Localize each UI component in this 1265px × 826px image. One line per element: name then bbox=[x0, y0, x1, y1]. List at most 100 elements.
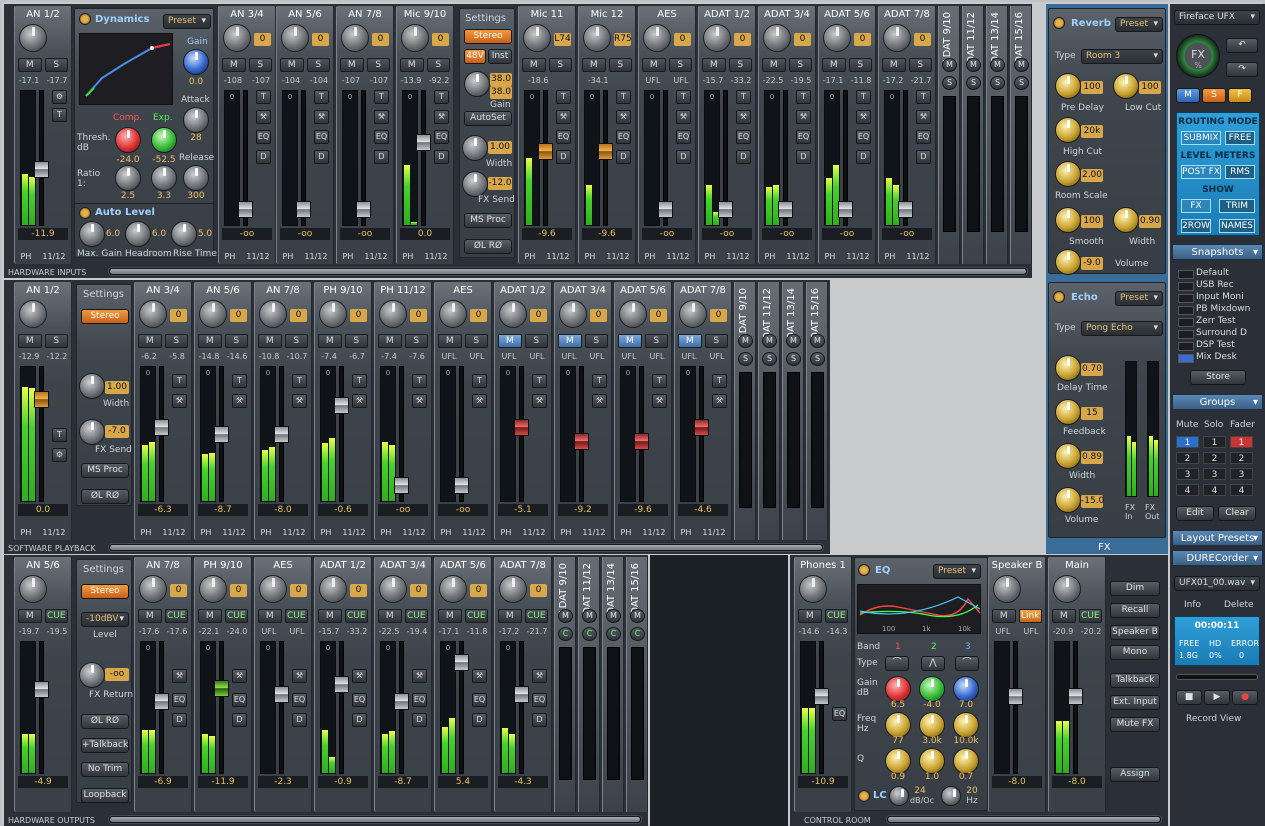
trim-button[interactable]: T bbox=[652, 374, 667, 388]
fader-cap[interactable] bbox=[514, 686, 529, 704]
collapsed-channel[interactable]: ADAT 9/10 M S bbox=[938, 6, 960, 264]
volume-fader[interactable] bbox=[694, 366, 709, 502]
solo-button[interactable]: S bbox=[990, 76, 1005, 90]
solo-button[interactable]: S bbox=[668, 58, 692, 72]
fader-cap[interactable] bbox=[214, 679, 229, 697]
channel-strip[interactable]: AN 5/6 0 MS -104 -104 0 T ⚒ EQ D -oo PH 11/… bbox=[276, 6, 334, 264]
volume-fader[interactable] bbox=[658, 90, 673, 226]
store-button[interactable]: Store bbox=[1190, 370, 1246, 385]
band1-q-knob[interactable] bbox=[885, 748, 911, 774]
volume-fader[interactable] bbox=[154, 641, 169, 774]
solo-button[interactable]: S bbox=[404, 334, 428, 348]
group-cell[interactable]: 4 bbox=[1230, 484, 1253, 496]
mute-button[interactable]: M bbox=[678, 334, 702, 348]
eq-button[interactable]: EQ bbox=[434, 130, 449, 144]
band3-q-knob[interactable] bbox=[953, 748, 979, 774]
mute-button[interactable]: M bbox=[798, 609, 822, 623]
eq-enable-icon[interactable] bbox=[858, 564, 870, 576]
cue-button[interactable]: C bbox=[558, 627, 573, 641]
fx-master-knob[interactable]: FX % bbox=[1176, 34, 1220, 78]
maxgain-knob[interactable] bbox=[79, 221, 105, 247]
collapsed-channel[interactable]: ADAT 15/16 M C bbox=[626, 557, 648, 812]
settings-icon[interactable]: ⚒ bbox=[556, 110, 571, 124]
channel-strip[interactable]: AES 0 MS UFL UFL 0 T ⚒ EQ D -oo PH 11/12 bbox=[638, 6, 696, 264]
pan-knob[interactable] bbox=[993, 575, 1021, 603]
volume-fader[interactable] bbox=[454, 366, 469, 502]
msproc-button[interactable]: MS Proc bbox=[81, 463, 129, 478]
dynamics-button[interactable]: D bbox=[616, 150, 631, 164]
volume-fader[interactable] bbox=[154, 366, 169, 502]
trim-button[interactable]: T bbox=[412, 374, 427, 388]
phantom-48v-button[interactable]: 48V bbox=[464, 49, 486, 64]
band3-freq-knob[interactable] bbox=[953, 712, 979, 738]
fxreturn-knob[interactable] bbox=[79, 662, 105, 688]
volume-fader[interactable] bbox=[238, 90, 253, 226]
trim-button[interactable]: T bbox=[314, 90, 329, 104]
fader-cap[interactable] bbox=[34, 160, 49, 178]
solo-button[interactable]: S bbox=[524, 334, 548, 348]
channel-strip[interactable]: ADAT 3/4 0 MS UFL UFL 0 T ⚒ -9.2 PH 11/12 bbox=[554, 282, 612, 540]
echo-preset-dropdown[interactable]: Preset bbox=[1115, 291, 1163, 306]
route-label[interactable]: 11/12 bbox=[42, 252, 65, 261]
volume-fader[interactable] bbox=[454, 641, 469, 774]
msproc-button[interactable]: MS Proc bbox=[464, 213, 512, 228]
settings-icon[interactable]: ⚒ bbox=[256, 110, 271, 124]
mute-button[interactable]: M bbox=[582, 58, 606, 72]
pan-knob[interactable] bbox=[499, 575, 527, 603]
mute-button[interactable]: M bbox=[810, 334, 825, 348]
mute-button[interactable]: M bbox=[606, 609, 621, 623]
pan-knob[interactable] bbox=[439, 300, 467, 328]
volume-fader[interactable] bbox=[1008, 641, 1023, 774]
pan-knob[interactable] bbox=[319, 575, 347, 603]
volume-fader[interactable] bbox=[838, 90, 853, 226]
fader-cap[interactable] bbox=[334, 396, 349, 414]
free-button[interactable]: FREE bbox=[1225, 131, 1255, 145]
fader-cap[interactable] bbox=[238, 200, 253, 218]
snapshots-header[interactable]: Snapshots bbox=[1172, 244, 1263, 261]
mode-m-button[interactable]: M bbox=[1176, 88, 1200, 103]
volume-fader[interactable] bbox=[898, 90, 913, 226]
dynamics-button[interactable]: D bbox=[352, 713, 367, 727]
route-label[interactable]: 11/12 bbox=[846, 252, 869, 261]
volume-fader[interactable] bbox=[1068, 641, 1083, 774]
eq-button[interactable]: EQ bbox=[374, 130, 389, 144]
eq-button[interactable]: EQ bbox=[616, 130, 631, 144]
trim-button[interactable]: T bbox=[256, 90, 271, 104]
collapsed-channel[interactable]: ADAT 15/16 M S bbox=[806, 282, 828, 540]
trim-button[interactable]: T bbox=[374, 90, 389, 104]
channel-strip[interactable]: AES 0 M CUE UFL UFL 0 ⚒ EQ D -2.3 bbox=[254, 557, 312, 812]
group-cell[interactable]: 2 bbox=[1203, 452, 1226, 464]
volume-fader[interactable] bbox=[634, 366, 649, 502]
pan-knob[interactable] bbox=[401, 24, 429, 52]
fader-cap[interactable] bbox=[214, 426, 229, 443]
assign-button[interactable]: Assign bbox=[1110, 767, 1160, 782]
mute-button[interactable]: M bbox=[762, 334, 777, 348]
dynamics-button[interactable]: D bbox=[796, 150, 811, 164]
undo-button[interactable]: ↶ bbox=[1226, 38, 1258, 53]
pan-knob[interactable] bbox=[763, 24, 791, 52]
trim-button[interactable]: T bbox=[532, 374, 547, 388]
settings-icon[interactable]: ⚒ bbox=[676, 110, 691, 124]
eq-button[interactable]: EQ bbox=[256, 130, 271, 144]
pan-knob[interactable] bbox=[583, 24, 611, 52]
autoset-button[interactable]: AutoSet bbox=[464, 111, 512, 126]
dynamics-button[interactable]: D bbox=[472, 713, 487, 727]
pan-knob[interactable] bbox=[559, 300, 587, 328]
channel-strip[interactable]: AN 3/4 0 MS -6.2 -5.8 0 T ⚒ -6.3 PH 11/12 bbox=[134, 282, 192, 540]
durec-info-button[interactable]: Info bbox=[1184, 600, 1201, 610]
mode-f-button[interactable]: F bbox=[1228, 88, 1252, 103]
route-label[interactable]: 11/12 bbox=[282, 528, 305, 537]
snapshot-item[interactable]: PB Mixdown bbox=[1176, 304, 1260, 315]
channel-strip[interactable]: ADAT 3/4 0 MS -22.5 -19.5 0 T ⚒ EQ D -oo P… bbox=[758, 6, 816, 264]
group-cell[interactable]: 2 bbox=[1230, 452, 1253, 464]
mute-button[interactable]: M bbox=[318, 334, 342, 348]
route-label[interactable]: 11/12 bbox=[702, 528, 725, 537]
mute-button[interactable]: M bbox=[630, 609, 645, 623]
mute-button[interactable]: M bbox=[558, 609, 573, 623]
mute-button[interactable]: M bbox=[582, 609, 597, 623]
group-cell[interactable]: 1 bbox=[1176, 436, 1199, 448]
release-knob[interactable] bbox=[183, 165, 209, 191]
durec-file-dropdown[interactable]: UFX01_00.wav bbox=[1174, 576, 1260, 591]
mono-button[interactable]: Mono bbox=[1110, 645, 1160, 660]
volume-fader[interactable] bbox=[34, 641, 49, 774]
